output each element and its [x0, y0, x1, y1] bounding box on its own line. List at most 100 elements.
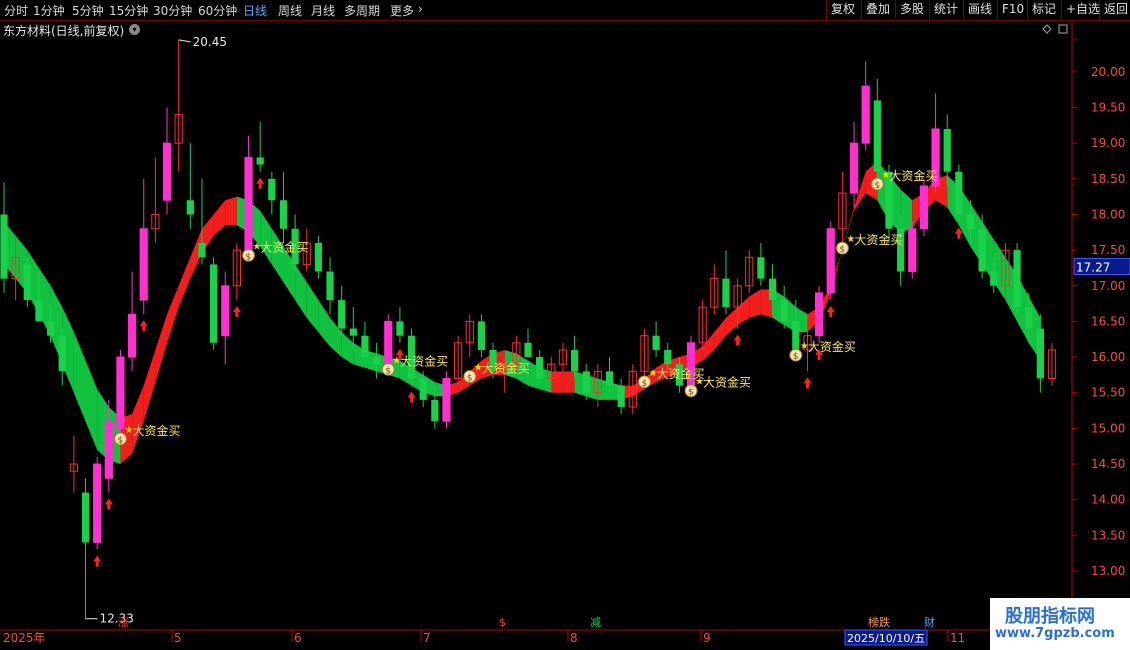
- y-tick-label: 15.00: [1091, 421, 1125, 435]
- ribbon-segment: [318, 300, 331, 347]
- event-label-1[interactable]: $: [499, 616, 506, 629]
- candle-body: [722, 278, 730, 308]
- period-tab-7[interactable]: 周线: [278, 2, 302, 19]
- ribbon-segment: [993, 239, 1006, 301]
- period-tab-6[interactable]: 日线: [243, 2, 267, 19]
- candle-body: [605, 371, 614, 386]
- candle-body: [23, 264, 31, 301]
- candle-body: [93, 463, 102, 543]
- y-tick-label: 19.50: [1091, 101, 1125, 115]
- toolbar-button-7[interactable]: +自选: [1061, 0, 1100, 19]
- signal-label: 大资金买: [132, 423, 180, 438]
- ribbon-segment: [725, 307, 738, 336]
- candle-body: [279, 200, 288, 229]
- candle-body: [431, 399, 439, 422]
- event-label-3[interactable]: 榜跌: [868, 615, 890, 629]
- candle-body: [256, 157, 264, 165]
- candle-body: [244, 156, 253, 251]
- event-label-4[interactable]: 财: [924, 615, 935, 629]
- candle-body: [139, 228, 148, 301]
- period-tab-0[interactable]: 分时: [4, 2, 28, 19]
- x-tick-label: 5: [174, 631, 182, 645]
- candle-body: [419, 378, 427, 400]
- toolbar-button-2[interactable]: 多股: [895, 0, 929, 19]
- ribbon-segment: [562, 371, 575, 393]
- candle-body: [1013, 250, 1021, 308]
- signal-label: 大资金买: [261, 239, 309, 254]
- period-tab-3[interactable]: 15分钟: [109, 2, 148, 19]
- period-tab-5[interactable]: 60分钟: [198, 2, 237, 19]
- ribbon-segment: [900, 189, 913, 233]
- signal-label: 大资金买: [482, 360, 530, 375]
- candle-body: [186, 200, 194, 215]
- y-tick-label: 18.00: [1091, 207, 1125, 221]
- period-tab-9[interactable]: 多周期: [344, 2, 380, 19]
- candle-body: [849, 142, 859, 194]
- ribbon-segment: [143, 349, 156, 422]
- candlestick-chart[interactable]: 12.5013.0013.5014.0014.5015.0015.5016.00…: [0, 0, 1130, 650]
- candle-body: [978, 228, 986, 272]
- candle-body: [35, 300, 43, 322]
- toolbar-button-4[interactable]: 画线: [963, 0, 997, 19]
- up-arrow-icon: [407, 391, 416, 403]
- toolbar-button-1[interactable]: 叠加: [861, 0, 895, 19]
- candle-body: [127, 313, 137, 358]
- candle-body: [268, 178, 276, 201]
- candle-body: [314, 243, 323, 272]
- toolbar-button-0[interactable]: 复权: [826, 0, 861, 19]
- stock-title: 东方材料(日线,前复权): [3, 24, 125, 38]
- up-arrow-icon: [803, 377, 812, 389]
- candle-body: [81, 492, 90, 543]
- candle-body: [966, 214, 975, 229]
- period-tab-1[interactable]: 1分钟: [33, 2, 65, 19]
- up-arrow-icon: [93, 555, 102, 567]
- toolbar-button-5[interactable]: F10: [997, 0, 1027, 19]
- candle-body: [1025, 307, 1033, 329]
- signal-label: 大资金买: [854, 232, 902, 247]
- period-toolbar: 分时 1分钟 5分钟 15分钟 30分钟 60分钟 日线 周线 月线 多周期 更多 › 返回 +自选 标记 F…: [0, 0, 1130, 21]
- up-arrow-icon: [733, 334, 742, 346]
- candle-body: [116, 356, 125, 429]
- ribbon-segment: [306, 282, 319, 333]
- y-tick-label: 14.00: [1091, 493, 1125, 507]
- candle-body: [536, 357, 544, 379]
- candle-body: [1036, 328, 1044, 379]
- signal-label: 大资金买: [400, 353, 448, 368]
- event-label-2[interactable]: 减: [590, 616, 601, 629]
- x-tick-label: 8: [570, 631, 578, 645]
- event-label-0[interactable]: 涨: [118, 616, 129, 629]
- candle-body: [46, 321, 55, 336]
- up-arrow-icon: [256, 177, 265, 189]
- candle-body: [221, 285, 230, 337]
- toolbar-button-6[interactable]: 标记: [1027, 0, 1061, 19]
- signal-markers: $★ 大资金买$★ 大资金买$★ 大资金买$★ 大资金买$★ 大资金买$★ 大资金买$★ 大资…: [93, 168, 963, 567]
- candle-body: [990, 271, 998, 286]
- x-tick-label: 2025年: [3, 631, 46, 645]
- chevron-down-icon[interactable]: ▾: [129, 24, 140, 35]
- candle-body: [617, 385, 625, 407]
- candle-body: [338, 300, 346, 329]
- up-arrow-icon: [139, 320, 148, 332]
- square-icon[interactable]: [1058, 24, 1068, 34]
- trend-ribbon: [4, 161, 1041, 465]
- ribbon-segment: [73, 332, 86, 422]
- chevron-right-icon[interactable]: ›: [418, 2, 423, 16]
- ribbon-segment: [737, 296, 750, 325]
- y-tick-label: 13.50: [1091, 528, 1125, 542]
- x-tick-label: 11: [950, 631, 965, 645]
- x-tick-label: 9: [703, 631, 711, 645]
- ribbon-segment: [132, 385, 144, 454]
- period-tab-10[interactable]: 更多: [390, 2, 414, 19]
- diamond-icon[interactable]: [1042, 24, 1052, 34]
- period-tab-8[interactable]: 月线: [311, 2, 335, 19]
- money-bag-glyph: $: [839, 245, 845, 255]
- candle-body: [384, 320, 393, 365]
- toolbar-button-8[interactable]: 返回: [1099, 0, 1130, 19]
- period-tab-2[interactable]: 5分钟: [72, 2, 104, 19]
- x-tick-label: 6: [294, 631, 302, 645]
- candle-body: [198, 243, 206, 258]
- toolbar-button-3[interactable]: 统计: [929, 0, 963, 19]
- period-tab-4[interactable]: 30分钟: [153, 2, 192, 19]
- ribbon-segment: [260, 210, 272, 265]
- y-tick-label: 16.00: [1091, 350, 1125, 364]
